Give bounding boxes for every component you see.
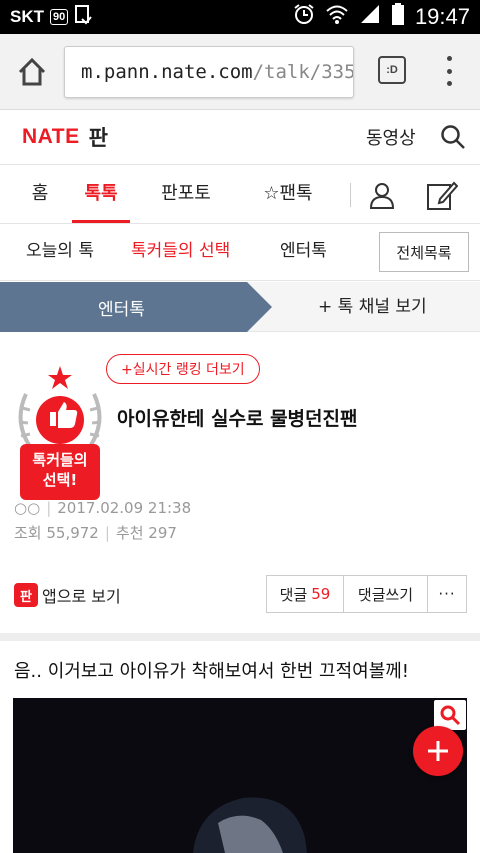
post-date: 2017.02.09 21:38 — [57, 499, 192, 517]
open-in-app-link[interactable]: 앱으로 보기 — [42, 583, 121, 607]
subnav-talkers-choice[interactable]: 톡커들의 선택 — [131, 224, 230, 279]
all-list-button[interactable]: 전체목록 — [379, 232, 469, 272]
zoom-icon — [440, 705, 461, 726]
comment-count: 59 — [311, 585, 331, 603]
subnav-today-talk[interactable]: 오늘의 톡 — [26, 224, 94, 279]
url-path: /talk/3357 — [252, 61, 353, 83]
subnav-enter-talk[interactable]: 엔터톡 — [280, 224, 327, 279]
wifi-icon — [325, 3, 349, 31]
menu-dot-icon — [446, 56, 452, 61]
channel-bar: 엔터톡 + 톡 채널 보기 — [0, 282, 480, 332]
post-photo[interactable] — [13, 698, 467, 853]
signal-icon — [359, 3, 381, 31]
post-meta: ○○ | 2017.02.09 21:38 — [14, 499, 192, 517]
home-icon — [18, 57, 46, 86]
write-comment-button[interactable]: 댓글쓰기 — [344, 576, 428, 612]
active-tab-indicator — [72, 220, 130, 223]
user-button[interactable] — [368, 181, 396, 209]
recommend-count: 추천 297 — [115, 524, 177, 542]
badge-text: 톡커들의 선택! — [20, 450, 100, 490]
main-nav: 홈 톡톡 판포토 ☆팬톡 — [0, 165, 480, 224]
realtime-ranking-link[interactable]: +실시간 랭킹 더보기 — [106, 354, 260, 384]
add-fab-button[interactable] — [413, 726, 463, 776]
post-actions: 판 앱으로 보기 댓글 59 댓글쓰기 ··· — [0, 575, 480, 615]
carrier-label: SKT — [10, 7, 44, 26]
browser-toolbar: m.pann.nate.com/talk/3357 :D — [0, 34, 480, 110]
alarm-icon — [293, 3, 315, 31]
user-icon — [369, 183, 395, 209]
browser-menu-button[interactable] — [442, 56, 456, 86]
pann-section-title[interactable]: 판 — [89, 122, 108, 152]
site-header: NATE 판 동영상 — [0, 110, 480, 165]
home-button[interactable] — [14, 54, 50, 90]
battery-level: 90 — [50, 9, 69, 25]
badge-line-2: 선택! — [42, 471, 78, 489]
write-button[interactable] — [426, 179, 459, 211]
plus-icon — [428, 741, 448, 761]
status-bar: SKT 90 19:47 — [0, 0, 480, 34]
pencil-icon — [427, 181, 459, 210]
post-body-text: 음.. 이거보고 아이유가 착해보여서 한번 끄적여볼께! — [14, 661, 410, 682]
nav-divider — [350, 183, 351, 207]
video-link[interactable]: 동영상 — [366, 124, 416, 150]
menu-dot-icon — [446, 68, 452, 74]
comments-label: 댓글 — [279, 585, 308, 604]
download-icon — [74, 4, 93, 30]
nav-item-talk[interactable]: 톡톡 — [70, 165, 132, 223]
comments-button[interactable]: 댓글 59 — [267, 576, 344, 612]
pann-app-icon[interactable]: 판 — [14, 583, 38, 607]
sub-nav: 오늘의 톡 톡커들의 선택 엔터톡 전체목록 — [0, 224, 480, 281]
more-options-button[interactable]: ··· — [428, 576, 466, 612]
menu-dot-icon — [446, 81, 452, 86]
post-author[interactable]: ○○ — [14, 499, 40, 517]
url-host: m.pann.nate.com — [81, 61, 253, 83]
channel-more-link[interactable]: + 톡 채널 보기 — [318, 282, 427, 332]
battery-icon — [391, 3, 405, 31]
search-button[interactable] — [440, 124, 466, 150]
search-icon — [441, 125, 465, 149]
section-divider — [0, 633, 480, 641]
clock: 19:47 — [414, 4, 470, 29]
nav-item-home[interactable]: 홈 — [22, 165, 58, 223]
url-field[interactable]: m.pann.nate.com/talk/3357 — [64, 46, 354, 98]
view-count: 조회 55,972 — [14, 524, 99, 542]
nate-logo[interactable]: NATE — [22, 125, 80, 149]
comment-button-group: 댓글 59 댓글쓰기 ··· — [266, 575, 467, 613]
post-title: 아이유한테 실수로 물병던진팬 — [117, 408, 358, 430]
badge-line-1: 톡커들의 — [32, 451, 88, 469]
channel-current[interactable]: 엔터톡 — [0, 282, 272, 332]
post-stats: 조회 55,972 | 추천 297 — [14, 524, 177, 542]
nav-item-pann-photo[interactable]: 판포토 — [150, 165, 222, 223]
nav-item-fan-talk[interactable]: ☆팬톡 — [252, 165, 324, 223]
tabs-button[interactable]: :D — [378, 56, 406, 84]
